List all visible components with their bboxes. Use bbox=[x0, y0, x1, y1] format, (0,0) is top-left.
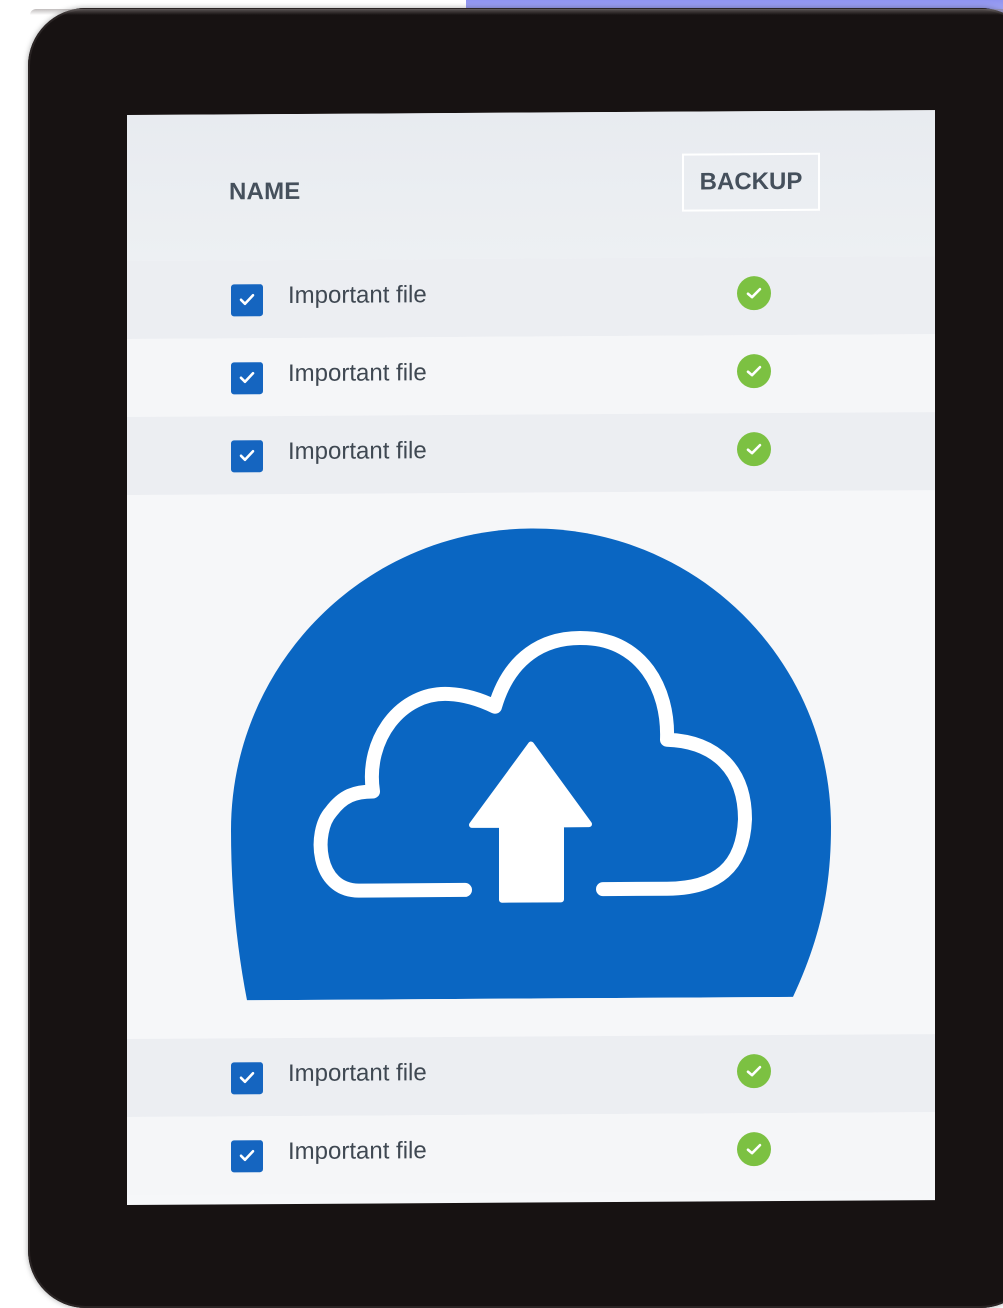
table-header: NAME BACKUP bbox=[127, 110, 935, 261]
checkbox-checked-icon bbox=[239, 1071, 255, 1084]
row-checkbox[interactable] bbox=[231, 362, 263, 395]
check-circle-icon bbox=[746, 1143, 762, 1155]
backup-column-header[interactable]: BACKUP bbox=[682, 152, 820, 212]
row-checkbox[interactable] bbox=[231, 440, 263, 473]
checkbox-checked-icon bbox=[239, 293, 255, 306]
tablet-screen: NAME BACKUP Important file Important fil… bbox=[127, 110, 935, 1205]
table-row: Important file bbox=[127, 1034, 935, 1117]
file-name: Important file bbox=[288, 1137, 427, 1166]
check-circle-icon bbox=[746, 287, 762, 299]
checkbox-checked-icon bbox=[239, 1149, 255, 1162]
row-checkbox[interactable] bbox=[231, 284, 263, 317]
table-row: Important file bbox=[127, 256, 935, 339]
backup-status-badge bbox=[737, 354, 771, 389]
backup-status-badge bbox=[737, 432, 771, 467]
name-column-header: NAME bbox=[229, 177, 301, 206]
check-circle-icon bbox=[746, 365, 762, 377]
table-row: Important file bbox=[127, 412, 935, 495]
backup-status-badge bbox=[737, 276, 771, 311]
checkbox-checked-icon bbox=[239, 449, 255, 462]
check-circle-icon bbox=[746, 443, 762, 455]
checkbox-checked-icon bbox=[239, 371, 255, 384]
file-name: Important file bbox=[288, 1059, 427, 1088]
row-checkbox[interactable] bbox=[231, 1062, 263, 1095]
row-checkbox[interactable] bbox=[231, 1140, 263, 1173]
backup-status-badge bbox=[737, 1132, 771, 1167]
file-name: Important file bbox=[288, 437, 427, 466]
file-name: Important file bbox=[288, 359, 427, 388]
table-row: Important file bbox=[127, 334, 935, 417]
file-name: Important file bbox=[288, 281, 427, 310]
backup-status-badge bbox=[737, 1054, 771, 1089]
table-row: Important file bbox=[127, 1112, 935, 1195]
cloud-upload-icon bbox=[231, 528, 831, 1001]
check-circle-icon bbox=[746, 1065, 762, 1077]
tablet-bezel-highlight bbox=[30, 9, 1003, 15]
